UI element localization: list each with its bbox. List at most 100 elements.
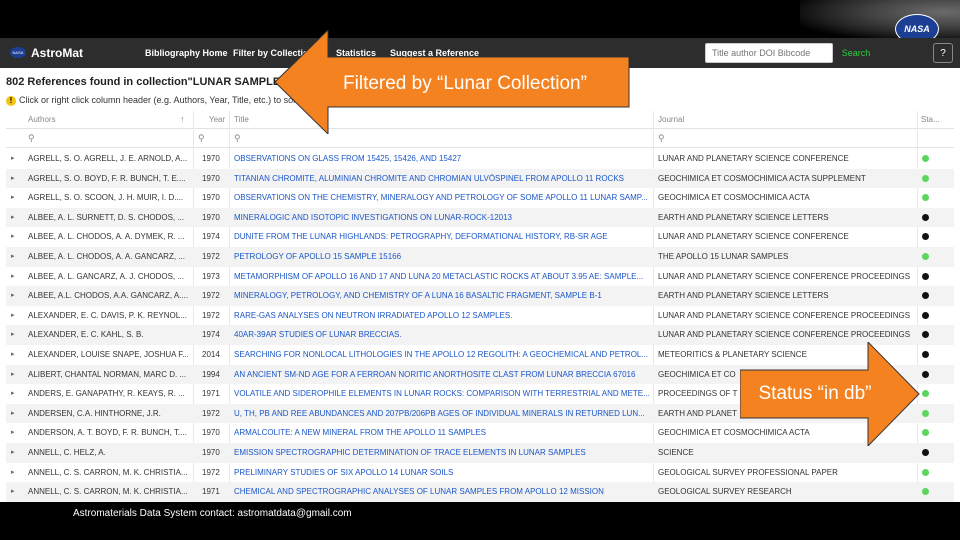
cell-title-link[interactable]: OBSERVATIONS ON GLASS FROM 15425, 15426,… — [234, 154, 650, 163]
table-row[interactable]: ▸ AGRELL, S. O. SCOON, J. H. MUIR, I. D..… — [6, 188, 954, 208]
nav-bibliography-home[interactable]: Bibliography Home — [145, 48, 228, 58]
column-header-status[interactable]: Sta... — [921, 115, 940, 133]
cell-title-link[interactable]: METAMORPHISM OF APOLLO 16 AND 17 AND LUN… — [234, 272, 650, 281]
table-row[interactable]: ▸ AGRELL, S. O. AGRELL, J. E. ARNOLD, A..… — [6, 149, 954, 169]
status-dot-icon — [922, 449, 929, 456]
cell-authors: ALEXANDER, E. C. DAVIS, P. K. REYNOL... — [28, 310, 187, 320]
search-button[interactable]: Search — [836, 43, 876, 63]
expand-row-icon[interactable]: ▸ — [11, 154, 15, 162]
cell-journal: LUNAR AND PLANETARY SCIENCE CONFERENCE — [658, 232, 849, 242]
status-dot-icon — [922, 311, 929, 319]
table-row[interactable]: ▸ ANNELL, C. S. CARRON, M. K. CHRISTIA...… — [6, 482, 954, 502]
expand-row-icon[interactable]: ▸ — [11, 487, 15, 495]
cell-title-link[interactable]: SEARCHING FOR NONLOCAL LITHOLOGIES IN TH… — [234, 350, 650, 359]
expand-row-icon[interactable]: ▸ — [11, 350, 15, 358]
cell-authors: ALBEE, A. L. SURNETT, D. S. CHODOS, ... — [28, 212, 185, 222]
result-count: 802 References found in collection"LUNAR… — [6, 76, 296, 88]
expand-row-icon[interactable]: ▸ — [11, 232, 15, 240]
cell-title-link[interactable]: VOLATILE AND SIDEROPHILE ELEMENTS IN LUN… — [234, 389, 650, 398]
sort-asc-icon[interactable]: ↑ — [180, 114, 185, 132]
cell-authors: ANNELL, C. HELZ, A. — [28, 448, 106, 457]
column-header-journal[interactable]: Journal — [658, 115, 684, 133]
expand-row-icon[interactable]: ▸ — [11, 409, 15, 417]
cell-authors: ALIBERT, CHANTAL NORMAN, MARC D. ... — [28, 369, 187, 379]
cell-authors: ALBEE, A. L. CHODOS, A. A. DYMEK, R. ... — [28, 232, 185, 242]
column-header-year[interactable]: Year — [209, 115, 225, 133]
expand-row-icon[interactable]: ▸ — [11, 213, 15, 221]
table-row[interactable]: ▸ ALBEE, A. L. CHODOS, A. A. DYMEK, R. ..… — [6, 227, 954, 247]
expand-row-icon[interactable]: ▸ — [11, 311, 15, 319]
status-dot-icon — [922, 213, 929, 221]
collection-callout: Filtered by “Lunar Collection” — [343, 73, 587, 94]
cell-year: 1970 — [202, 193, 220, 203]
expand-row-icon[interactable]: ▸ — [11, 330, 15, 338]
cell-year: 1971 — [202, 487, 220, 497]
cell-title-link[interactable]: MINERALOGIC AND ISOTOPIC INVESTIGATIONS … — [234, 213, 650, 222]
cell-journal: SCIENCE — [658, 448, 694, 457]
expand-row-icon[interactable]: ▸ — [11, 448, 15, 456]
table-row[interactable]: ▸ AGRELL, S. O. BOYD, F. R. BUNCH, T. E..… — [6, 168, 954, 189]
expand-row-icon[interactable]: ▸ — [11, 389, 15, 397]
status-dot-icon — [922, 390, 929, 398]
table-row[interactable]: ▸ ALEXANDER, E. C. DAVIS, P. K. REYNOL...… — [6, 306, 954, 326]
table-row[interactable]: ▸ ALBEE, A. L. CHODOS, A. A. GANCARZ, ...… — [6, 247, 954, 267]
nasa-small-logo: NASA — [10, 47, 26, 58]
cell-authors: ALBEE, A. L. CHODOS, A. A. GANCARZ, ... — [28, 252, 185, 261]
status-dot-icon — [922, 370, 929, 378]
expand-row-icon[interactable]: ▸ — [11, 252, 15, 260]
cell-authors: ANDERSON, A. T. BOYD, F. R. BUNCH, T.... — [28, 428, 187, 438]
search-input[interactable] — [705, 43, 833, 63]
cell-title-link[interactable]: EMISSION SPECTROGRAPHIC DETERMINATION OF… — [234, 448, 650, 457]
column-header-authors[interactable]: Authors — [28, 115, 56, 133]
status-dot-icon — [922, 292, 929, 300]
cell-title-link[interactable]: 40AR-39AR STUDIES OF LUNAR BRECCIAS. — [234, 330, 650, 339]
cell-year: 1970 — [202, 173, 220, 183]
table-row[interactable]: ▸ ALBEE, A. L. GANCARZ, A. J. CHODOS, ...… — [6, 267, 954, 287]
expand-row-icon[interactable]: ▸ — [11, 272, 15, 280]
cell-title-link[interactable]: U, TH, PB AND REE ABUNDANCES AND 207PB/2… — [234, 409, 650, 418]
cell-authors: AGRELL, S. O. SCOON, J. H. MUIR, I. D...… — [28, 193, 184, 203]
cell-authors: ALBEE, A. L. GANCARZ, A. J. CHODOS, ... — [28, 271, 185, 281]
cell-journal: GEOLOGICAL SURVEY PROFESSIONAL PAPER — [658, 467, 838, 477]
status-dot-icon — [922, 429, 929, 437]
cell-title-link[interactable]: PETROLOGY OF APOLLO 15 SAMPLE 15166 — [234, 252, 650, 261]
cell-journal: EARTH AND PLANETARY SCIENCE LETTERS — [658, 212, 829, 222]
expand-row-icon[interactable]: ▸ — [11, 174, 15, 182]
cell-title-link[interactable]: RARE-GAS ANALYSES ON NEUTRON IRRADIATED … — [234, 311, 650, 320]
cell-authors: ALBEE, A.L. CHODOS, A.A. GANCARZ, A.... — [28, 291, 188, 301]
cell-authors: ANNELL, C. S. CARRON, M. K. CHRISTIA... — [28, 487, 188, 497]
cell-authors: ANDERS, E. GANAPATHY, R. KEAYS, R. ... — [28, 389, 185, 399]
cell-year: 1994 — [202, 369, 220, 379]
cell-title-link[interactable]: CHEMICAL AND SPECTROGRAPHIC ANALYSES OF … — [234, 487, 650, 496]
status-dot-icon — [922, 233, 929, 241]
expand-row-icon[interactable]: ▸ — [11, 468, 15, 476]
table-row[interactable]: ▸ ALBEE, A. L. SURNETT, D. S. CHODOS, ...… — [6, 207, 954, 228]
help-icon[interactable]: ? — [933, 43, 953, 63]
table-row[interactable]: ▸ ANNELL, C. S. CARRON, M. K. CHRISTIA...… — [6, 463, 954, 483]
cell-title-link[interactable]: TITANIAN CHROMITE, ALUMINIAN CHROMITE AN… — [234, 174, 650, 183]
column-header-title[interactable]: Title — [234, 115, 249, 133]
expand-row-icon[interactable]: ▸ — [11, 291, 15, 299]
expand-row-icon[interactable]: ▸ — [11, 193, 15, 201]
status-dot-icon — [922, 409, 929, 417]
cell-title-link[interactable]: MINERALOGY, PETROLOGY, AND CHEMISTRY OF … — [234, 291, 650, 300]
cell-year: 1972 — [202, 291, 220, 301]
status-callout: Status “in db” — [758, 383, 872, 404]
cell-authors: ALEXANDER, E. C. KAHL, S. B. — [28, 330, 144, 340]
brand-logo[interactable]: AstroMat — [31, 46, 83, 60]
expand-row-icon[interactable]: ▸ — [11, 428, 15, 436]
filter-divider — [6, 147, 954, 148]
table-row[interactable]: ▸ ALBEE, A.L. CHODOS, A.A. GANCARZ, A....… — [6, 286, 954, 306]
expand-row-icon[interactable]: ▸ — [11, 370, 15, 378]
warning-icon: ! — [6, 96, 16, 106]
cell-authors: ANDERSEN, C.A. HINTHORNE, J.R. — [28, 408, 161, 418]
cell-title-link[interactable]: PRELIMINARY STUDIES OF SIX APOLLO 14 LUN… — [234, 468, 650, 477]
cell-journal: THE APOLLO 15 LUNAR SAMPLES — [658, 252, 789, 261]
cell-title-link[interactable]: AN ANCIENT SM-ND AGE FOR A FERROAN NORIT… — [234, 370, 650, 379]
cell-title-link[interactable]: OBSERVATIONS ON THE CHEMISTRY, MINERALOG… — [234, 193, 650, 202]
status-dot-icon — [922, 155, 929, 162]
cell-title-link[interactable]: ARMALCOLITE: A NEW MINERAL FROM THE APOL… — [234, 428, 650, 437]
cell-year: 1970 — [202, 448, 220, 457]
cell-title-link[interactable]: DUNITE FROM THE LUNAR HIGHLANDS: PETROGR… — [234, 232, 650, 241]
footer-contact: Astromaterials Data System contact: astr… — [73, 508, 352, 519]
